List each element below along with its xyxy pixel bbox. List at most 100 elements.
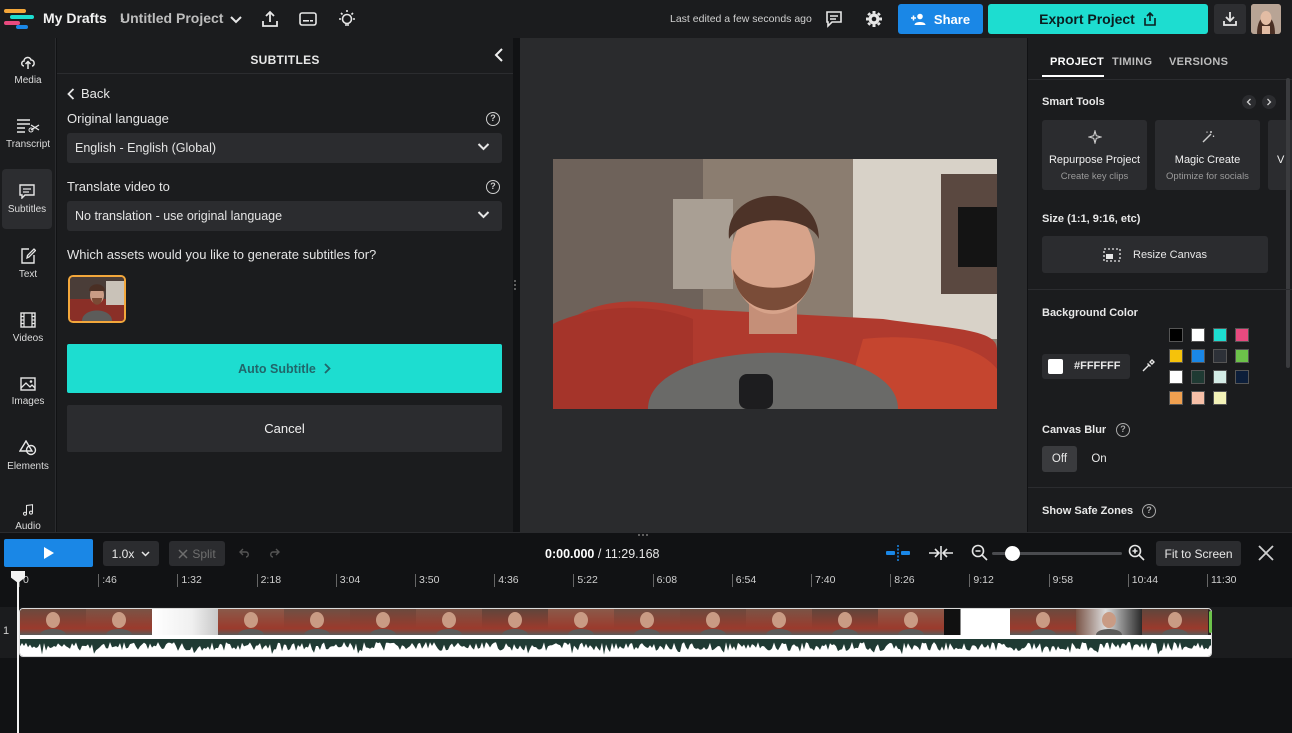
auto-subtitle-button[interactable]: Auto Subtitle — [67, 344, 502, 393]
rail-label-elements: Elements — [7, 461, 49, 472]
project-name[interactable]: Untitled Project — [120, 10, 223, 26]
project-menu-chevron-icon[interactable] — [228, 11, 244, 27]
filmstrip-frame — [152, 609, 218, 635]
blur-on-button[interactable]: On — [1084, 446, 1114, 472]
time-ruler[interactable]: 0:46 1:32 2:18 3:04 3:50 4:36 5:22 6:08 6:54 7:40… — [0, 533, 1292, 593]
color-swatch[interactable] — [1235, 370, 1249, 384]
filmstrip-frame — [86, 609, 152, 635]
asset-thumbnail[interactable] — [68, 275, 126, 323]
upload-icon[interactable] — [260, 9, 280, 29]
color-swatch[interactable] — [1213, 328, 1227, 342]
export-project-button[interactable]: Export Project — [988, 4, 1208, 34]
color-swatch[interactable] — [1235, 328, 1249, 342]
canvas-blur-label: Canvas Blur — [1042, 424, 1107, 436]
carousel-prev-icon[interactable] — [1242, 95, 1256, 109]
help-icon[interactable]: ? — [486, 112, 500, 126]
filmstrip-frame — [20, 609, 86, 635]
text-edit-icon — [21, 248, 36, 264]
filmstrip-frame — [944, 609, 1010, 635]
tool-title: Magic Create — [1174, 154, 1241, 166]
collapse-panel-chevron-icon[interactable] — [494, 48, 508, 64]
tab-versions[interactable]: VERSIONS — [1169, 56, 1228, 68]
properties-panel: PROJECT TIMING VERSIONS Smart Tools Repu… — [1028, 38, 1292, 532]
resize-canvas-button[interactable]: Resize Canvas — [1042, 236, 1268, 273]
rail-item-images[interactable]: Images — [0, 362, 56, 422]
video-clip[interactable] — [19, 608, 1212, 657]
share-button[interactable]: Share — [898, 4, 983, 34]
rail-item-media[interactable]: Media — [0, 40, 56, 100]
filmstrip-frame — [218, 609, 284, 635]
rail-item-audio[interactable]: Audio — [0, 490, 56, 532]
music-note-icon — [22, 504, 34, 516]
panel-scrollbar[interactable] — [1286, 78, 1290, 368]
user-avatar[interactable] — [1251, 4, 1281, 34]
original-language-value: English - English (Global) — [75, 141, 217, 155]
tab-timing[interactable]: TIMING — [1112, 56, 1152, 68]
carousel-next-icon[interactable] — [1262, 95, 1276, 109]
rail-item-subtitles[interactable]: Subtitles — [2, 169, 52, 229]
color-swatch[interactable] — [1235, 349, 1249, 363]
color-swatch-grid — [1169, 328, 1253, 408]
clip-end-handle[interactable] — [1209, 611, 1212, 633]
download-button[interactable] — [1214, 4, 1246, 34]
rail-item-text[interactable]: Text — [0, 234, 56, 294]
color-swatch[interactable] — [1169, 328, 1183, 342]
color-swatch[interactable] — [1213, 391, 1227, 405]
subtitles-icon — [19, 183, 35, 199]
filmstrip-frame — [1142, 609, 1208, 635]
rail-item-elements[interactable]: Elements — [0, 426, 56, 486]
help-icon[interactable]: ? — [1142, 504, 1156, 518]
background-color-label: Background Color — [1042, 307, 1138, 319]
filmstrip-frame — [284, 609, 350, 635]
color-swatch[interactable] — [1169, 370, 1183, 384]
back-link[interactable]: Back — [67, 86, 110, 101]
clip-waveform — [20, 635, 1211, 656]
background-color-field[interactable]: #FFFFFF — [1042, 354, 1130, 379]
auto-subtitle-label: Auto Subtitle — [238, 361, 316, 376]
filmstrip-frame — [746, 609, 812, 635]
my-drafts-link[interactable]: My Drafts — [43, 10, 107, 26]
comments-icon[interactable] — [824, 9, 844, 29]
playhead-line[interactable] — [17, 573, 19, 733]
help-icon[interactable]: ? — [1116, 423, 1130, 437]
filmstrip-frame — [614, 609, 680, 635]
divider — [1028, 289, 1292, 290]
magic-wand-icon — [1201, 130, 1215, 144]
translate-label: Translate video to — [67, 179, 170, 194]
settings-gear-icon[interactable] — [864, 9, 884, 29]
rail-label-transcript: Transcript — [5, 139, 51, 150]
rail-item-transcript[interactable]: Transcript — [0, 104, 56, 164]
shapes-icon — [19, 440, 37, 456]
cancel-button[interactable]: Cancel — [67, 405, 502, 452]
lightbulb-icon[interactable] — [336, 8, 358, 30]
subtitles-toggle-icon[interactable] — [298, 9, 318, 29]
color-swatch[interactable] — [1191, 349, 1205, 363]
rail-label-text: Text — [18, 269, 38, 280]
app-logo[interactable] — [4, 9, 34, 29]
rail-item-videos[interactable]: Videos — [0, 298, 56, 358]
divider — [1028, 79, 1292, 80]
tool-card-repurpose-project[interactable]: Repurpose Project Create key clips — [1042, 120, 1147, 190]
color-swatch[interactable] — [1191, 370, 1205, 384]
color-swatch[interactable] — [1169, 391, 1183, 405]
original-language-select[interactable]: English - English (Global) — [67, 133, 502, 163]
color-swatch[interactable] — [1169, 349, 1183, 363]
chevron-down-icon — [477, 143, 490, 151]
translate-select[interactable]: No translation - use original language — [67, 201, 502, 231]
smart-tools-label: Smart Tools — [1042, 96, 1105, 108]
rail-label-videos: Videos — [12, 333, 44, 344]
color-swatch[interactable] — [1191, 391, 1205, 405]
assets-question: Which assets would you like to generate … — [67, 247, 377, 262]
tab-project[interactable]: PROJECT — [1050, 56, 1104, 68]
color-swatch[interactable] — [1213, 370, 1227, 384]
filmstrip-frame — [1076, 609, 1142, 635]
help-icon[interactable]: ? — [486, 180, 500, 194]
color-swatch[interactable] — [1191, 328, 1205, 342]
tool-title: V — [1277, 154, 1285, 166]
video-preview[interactable] — [553, 159, 997, 409]
blur-off-button[interactable]: Off — [1042, 446, 1077, 472]
color-swatch[interactable] — [1213, 349, 1227, 363]
tool-card-magic-create[interactable]: Magic Create Optimize for socials — [1155, 120, 1260, 190]
panel-resize-handle[interactable] — [513, 279, 517, 291]
eyedropper-icon[interactable] — [1141, 359, 1155, 373]
